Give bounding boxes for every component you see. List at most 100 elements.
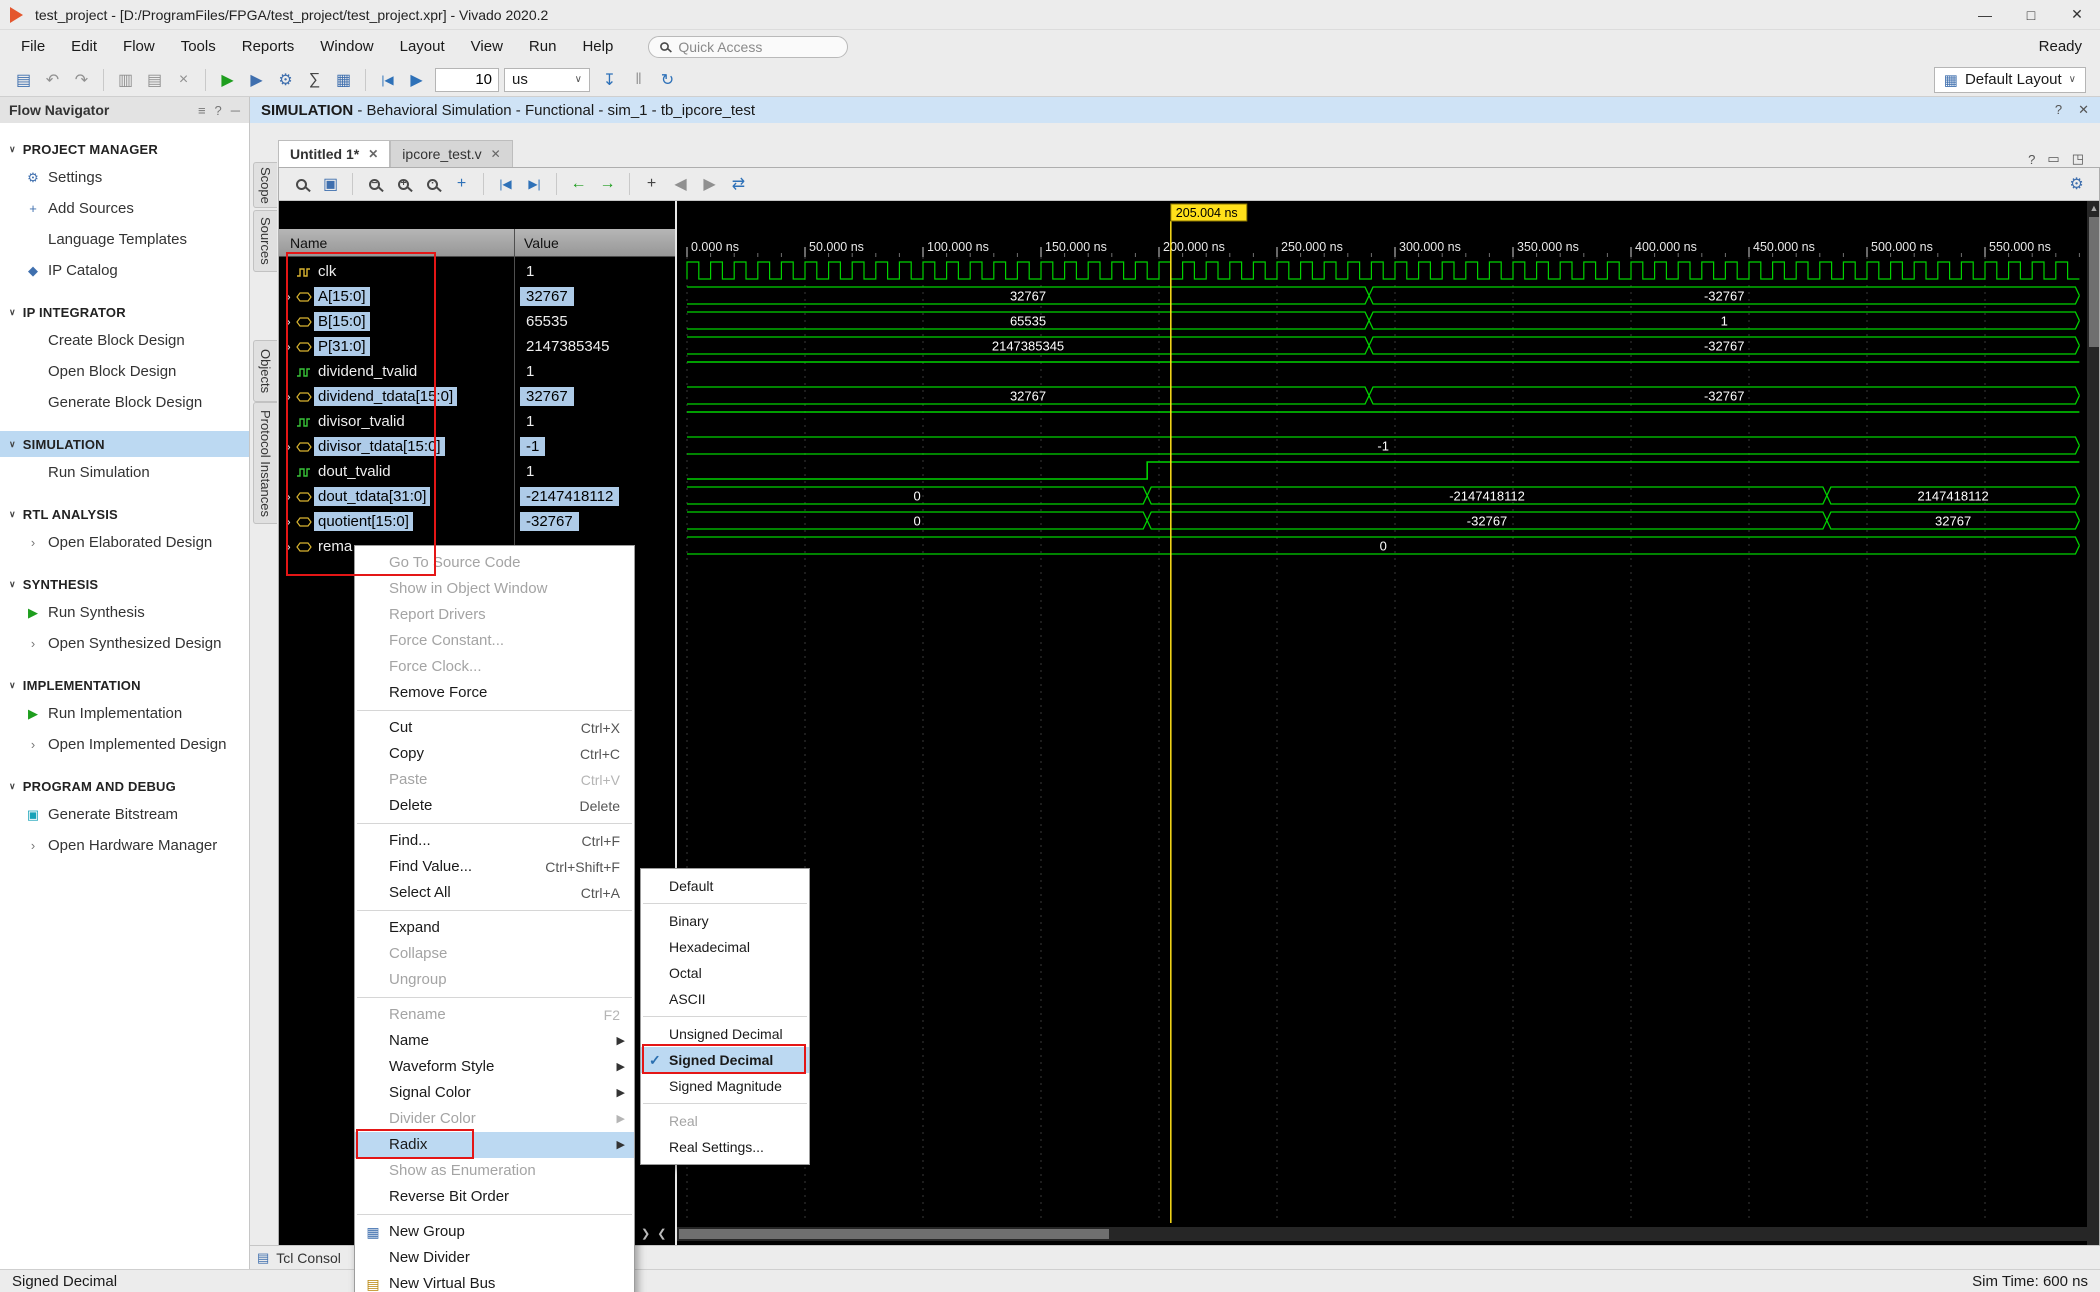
save-icon[interactable]: ▣: [317, 171, 344, 197]
horizontal-scrollbar[interactable]: [677, 1227, 2087, 1241]
radix-option-binary[interactable]: Binary: [641, 908, 809, 934]
paste-icon[interactable]: ▤: [141, 67, 168, 93]
prev-transition-icon[interactable]: ←: [565, 171, 592, 197]
context-menu-item-delete[interactable]: DeleteDelete: [355, 793, 634, 819]
context-menu-item-select-all[interactable]: Select AllCtrl+A: [355, 880, 634, 906]
signal-value-row-dividend-tvalid[interactable]: 1: [514, 359, 675, 384]
close-icon[interactable]: ✕: [2054, 0, 2100, 30]
context-menu-item-cut[interactable]: CutCtrl+X: [355, 715, 634, 741]
signal-value-row-quotient-15-0[interactable]: -32767: [514, 509, 675, 534]
splitter-arrows[interactable]: ❯❮: [641, 1227, 666, 1240]
open-project-icon[interactable]: ▤: [10, 67, 37, 93]
context-menu-item-find[interactable]: Find...Ctrl+F: [355, 828, 634, 854]
flownav-item-ip-catalog[interactable]: ◆IP Catalog: [0, 255, 249, 286]
flownav-item-settings[interactable]: ⚙Settings: [0, 162, 249, 193]
signal-value-row-a-15-0[interactable]: 32767: [514, 284, 675, 309]
flownav-section-rtl-analysis[interactable]: ∨RTL ANALYSIS: [0, 501, 249, 527]
expander-icon[interactable]: ›: [283, 389, 294, 404]
flownav-section-implementation[interactable]: ∨IMPLEMENTATION: [0, 672, 249, 698]
time-unit-select[interactable]: us ∨: [504, 68, 590, 92]
help-icon[interactable]: ?: [2028, 152, 2035, 167]
scrollbar-thumb[interactable]: [679, 1229, 1109, 1239]
dock-icon[interactable]: ≡: [198, 103, 206, 118]
settings-gear-icon[interactable]: ⚙: [272, 67, 299, 93]
context-menu-item-new-divider[interactable]: New Divider: [355, 1245, 634, 1271]
next-transition-icon[interactable]: →: [594, 171, 621, 197]
swap-cursors-icon[interactable]: ⇄: [725, 171, 752, 197]
menu-reports[interactable]: Reports: [229, 38, 308, 55]
pause-icon[interactable]: ‖: [625, 67, 652, 93]
expander-icon[interactable]: ›: [283, 289, 294, 304]
flownav-section-synthesis[interactable]: ∨SYNTHESIS: [0, 571, 249, 597]
run-all-icon[interactable]: ▶: [403, 67, 430, 93]
flownav-item-open-hardware-manager[interactable]: ›Open Hardware Manager: [0, 830, 249, 861]
signal-value-row-b-15-0[interactable]: 65535: [514, 309, 675, 334]
tab-ipcore-test-v[interactable]: ipcore_test.v ✕: [390, 140, 512, 167]
menu-window[interactable]: Window: [307, 38, 386, 55]
waveform-canvas[interactable]: 0.000 ns50.000 ns100.000 ns150.000 ns200…: [677, 201, 2087, 1223]
help-icon[interactable]: ?: [215, 103, 222, 118]
flownav-item-run-synthesis[interactable]: ▶Run Synthesis: [0, 597, 249, 628]
side-tab-objects[interactable]: Objects: [253, 340, 277, 402]
expander-icon[interactable]: ›: [283, 514, 294, 529]
close-tab-icon[interactable]: ✕: [491, 147, 501, 161]
flownav-item-open-synthesized-design[interactable]: ›Open Synthesized Design: [0, 628, 249, 659]
signal-row-dout-tvalid[interactable]: dout_tvalid: [279, 459, 514, 484]
relaunch-icon[interactable]: ↻: [654, 67, 681, 93]
radix-option-octal[interactable]: Octal: [641, 960, 809, 986]
menu-view[interactable]: View: [458, 38, 516, 55]
menu-file[interactable]: File: [8, 38, 58, 55]
signal-row-dout-tdata-31-0[interactable]: ›dout_tdata[31:0]: [279, 484, 514, 509]
signal-value-row-divisor-tvalid[interactable]: 1: [514, 409, 675, 434]
prev-marker-icon[interactable]: ◀: [667, 171, 694, 197]
maximize-icon[interactable]: □: [2008, 0, 2054, 30]
scroll-up-icon[interactable]: ▲: [2087, 202, 2099, 215]
run-icon[interactable]: ▶: [214, 67, 241, 93]
signal-value-row-divisor-tdata-15-0[interactable]: -1: [514, 434, 675, 459]
flownav-item-generate-block-design[interactable]: Generate Block Design: [0, 387, 249, 418]
float-window-icon[interactable]: ▭: [2047, 151, 2059, 167]
restart-icon[interactable]: |◀: [374, 67, 401, 93]
expander-icon[interactable]: ›: [283, 439, 294, 454]
copy-icon[interactable]: ▥: [112, 67, 139, 93]
menu-tools[interactable]: Tools: [168, 38, 229, 55]
radix-option-real-settings[interactable]: Real Settings...: [641, 1134, 809, 1160]
quick-access-search[interactable]: Quick Access: [648, 36, 848, 58]
maximize-pane-icon[interactable]: ◳: [2072, 151, 2084, 167]
radix-option-hexadecimal[interactable]: Hexadecimal: [641, 934, 809, 960]
menu-help[interactable]: Help: [569, 38, 626, 55]
flownav-item-open-implemented-design[interactable]: ›Open Implemented Design: [0, 729, 249, 760]
radix-option-unsigned-decimal[interactable]: Unsigned Decimal: [641, 1021, 809, 1047]
context-menu-item-name[interactable]: Name▶: [355, 1028, 634, 1054]
context-menu-item-remove-force[interactable]: Remove Force: [355, 680, 634, 706]
context-menu-item-expand[interactable]: Expand: [355, 915, 634, 941]
zoom-in-icon[interactable]: [390, 171, 417, 197]
minimize-icon[interactable]: —: [1962, 0, 2008, 30]
signal-value-row-dout-tdata-31-0[interactable]: -2147418112: [514, 484, 675, 509]
undo-icon[interactable]: ↶: [39, 67, 66, 93]
flownav-item-run-simulation[interactable]: Run Simulation: [0, 457, 249, 488]
context-menu-item-find-value[interactable]: Find Value...Ctrl+Shift+F: [355, 854, 634, 880]
menu-edit[interactable]: Edit: [58, 38, 110, 55]
signal-row-dividend-tdata-15-0[interactable]: ›dividend_tdata[15:0]: [279, 384, 514, 409]
help-icon[interactable]: ?: [2055, 102, 2062, 118]
zoom-fit-icon[interactable]: [419, 171, 446, 197]
side-tab-sources[interactable]: Sources: [253, 210, 277, 272]
zoom-out-icon[interactable]: [361, 171, 388, 197]
tab-untitled-1[interactable]: Untitled 1* ✕: [278, 140, 390, 167]
next-marker-icon[interactable]: ▶: [696, 171, 723, 197]
flownav-item-open-block-design[interactable]: Open Block Design: [0, 356, 249, 387]
collapse-icon[interactable]: ─: [231, 103, 240, 118]
menu-layout[interactable]: Layout: [387, 38, 458, 55]
signal-row-p-31-0[interactable]: ›P[31:0]: [279, 334, 514, 359]
run-for-time-icon[interactable]: ↧: [596, 67, 623, 93]
context-menu-item-copy[interactable]: CopyCtrl+C: [355, 741, 634, 767]
menu-run[interactable]: Run: [516, 38, 570, 55]
goto-end-icon[interactable]: ▶|: [521, 171, 548, 197]
scrollbar-thumb[interactable]: [2089, 217, 2099, 347]
simulation-time-input[interactable]: [435, 68, 499, 92]
goto-start-icon[interactable]: |◀: [492, 171, 519, 197]
flownav-section-simulation[interactable]: ∨SIMULATION: [0, 431, 249, 457]
flownav-section-project-manager[interactable]: ∨PROJECT MANAGER: [0, 136, 249, 162]
context-menu-item-waveform-style[interactable]: Waveform Style▶: [355, 1054, 634, 1080]
